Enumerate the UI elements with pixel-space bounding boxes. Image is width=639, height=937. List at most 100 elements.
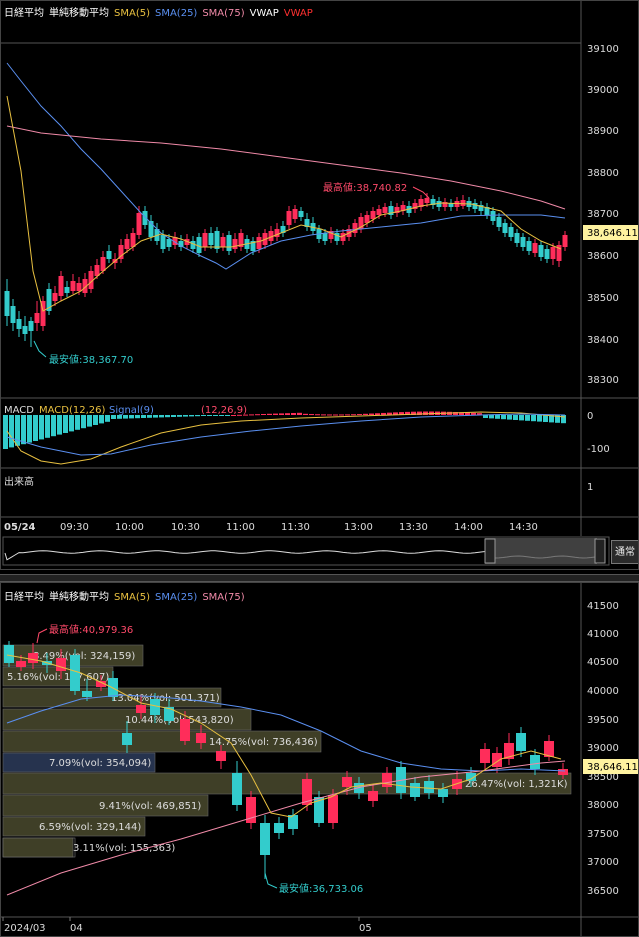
volume-profile-label: 8.49%(vol: 324,159): [33, 651, 135, 662]
intraday-candle: [220, 237, 226, 247]
intraday-current-price: 38,646.11: [587, 228, 638, 239]
intraday-legend: 日経平均 単純移動平均 SMA(5) SMA(25) SMA(75) VWAP VWAP: [4, 4, 318, 19]
intraday-x-tick: 14:30: [509, 522, 538, 533]
macd-bar: [513, 415, 518, 420]
intraday-candle: [286, 211, 292, 225]
daily-candle: [342, 777, 352, 787]
daily-candle: [28, 653, 38, 663]
daily-high-label: 最高値:40,979.36: [49, 623, 133, 636]
macd-bar: [51, 415, 56, 437]
intraday-candle: [562, 235, 568, 247]
macd-bar: [327, 414, 332, 416]
macd-bar: [135, 415, 140, 419]
daily-candle: [368, 791, 378, 801]
macd-bar: [165, 415, 170, 418]
daily-candle: [4, 645, 14, 663]
daily-chart-panel: 日経平均 単純移動平均 SMA(5) SMA(25) SMA(75) 8.49%(vol…: [0, 582, 639, 937]
daily-y-tick: 40500: [587, 657, 619, 668]
intraday-candle: [34, 313, 40, 323]
daily-candle: [274, 823, 284, 833]
nav-mode-button[interactable]: 通常: [611, 540, 638, 564]
macd-bar: [123, 415, 128, 419]
daily-candle: [260, 823, 270, 855]
intraday-high-label: 最高値:38,740.82: [323, 181, 407, 194]
intraday-candle: [538, 245, 544, 257]
intraday-candle: [490, 211, 496, 221]
macd-label: MACD: [4, 405, 34, 416]
daily-y-axis: 4150041000405004000039500390003850038000…: [587, 601, 619, 897]
navigator-left-handle[interactable]: [484, 538, 496, 564]
macd-bar: [249, 414, 254, 416]
volume-profile-label: 9.41%(vol: 469,851): [99, 801, 201, 812]
intraday-candle: [520, 237, 526, 247]
macd-bar: [27, 415, 32, 443]
daily-x-tick: 04: [70, 923, 83, 934]
macd-bar: [351, 414, 356, 416]
volume-profile-bar-fill: [2, 837, 74, 858]
macd-bar: [507, 415, 512, 420]
macd-bar: [471, 412, 476, 415]
navigator-selection[interactable]: [485, 538, 597, 564]
intraday-y-tick: 38800: [587, 168, 619, 179]
intraday-candle: [370, 211, 376, 219]
intraday-candle: [94, 265, 100, 276]
intraday-price-chart[interactable]: 39100 39000 38900 38800 38700 38600 38500 38400…: [1, 1, 639, 570]
daily-legend: 日経平均 単純移動平均 SMA(5) SMA(25) SMA(75): [4, 588, 250, 603]
intraday-y-tick: 38500: [587, 293, 619, 304]
intraday-x-tick: 13:30: [399, 522, 428, 533]
intraday-y-tick: 38400: [587, 335, 619, 346]
daily-y-tick: 37000: [587, 857, 619, 868]
macd-bar: [315, 414, 320, 416]
macd-bar: [117, 415, 122, 419]
daily-y-tick: 41500: [587, 601, 619, 612]
intraday-legend-item-3: SMA(25): [154, 8, 198, 19]
daily-low-label: 最安値:36,733.06: [279, 882, 363, 895]
intraday-candle: [58, 276, 64, 296]
intraday-candle: [202, 233, 208, 247]
intraday-candle: [64, 287, 70, 293]
macd-bar: [291, 413, 296, 415]
intraday-candle: [226, 235, 232, 251]
volume-profile-label: 7.09%(vol: 354,094): [49, 758, 151, 769]
macd-bar: [159, 415, 164, 418]
intraday-candle: [496, 217, 502, 227]
daily-candle: [196, 733, 206, 743]
daily-candle: [70, 655, 80, 691]
intraday-legend-item-5: VWAP: [249, 8, 279, 19]
daily-candle: [56, 658, 66, 671]
intraday-legend-item-2: SMA(5): [114, 8, 150, 19]
macd-bar: [39, 415, 44, 440]
daily-legend-item-0: 日経平均: [4, 592, 44, 603]
navigator-right-handle[interactable]: [594, 538, 606, 564]
intraday-x-tick: 10:30: [171, 522, 200, 533]
macd-line-label: MACD(12,26): [39, 405, 106, 416]
daily-y-tick: 39000: [587, 743, 619, 754]
intraday-chart-panel: 日経平均 単純移動平均 SMA(5) SMA(25) SMA(75) VWAP VWAP 3…: [0, 0, 639, 570]
macd-bar: [495, 415, 500, 419]
macd-bar: [213, 415, 218, 416]
intraday-candle: [70, 281, 76, 291]
intraday-x-tick: 13:00: [344, 522, 373, 533]
macd-bar: [87, 415, 92, 427]
intraday-candle: [100, 257, 106, 271]
intraday-low-arrow: [33, 340, 47, 358]
intraday-candle: [472, 203, 478, 209]
macd-bar: [21, 415, 26, 445]
volume-profile-label: 6.59%(vol: 329,144): [39, 822, 141, 833]
macd-bar: [105, 415, 110, 422]
intraday-candle: [214, 231, 220, 249]
macd-bar: [309, 414, 314, 416]
macd-bar: [231, 415, 236, 416]
macd-bar: [225, 415, 230, 416]
volume-profile-label: 5.16%(vol: 197,607): [7, 672, 109, 683]
daily-price-chart[interactable]: 8.49%(vol: 324,159) 5.16%(vol: 197,607)13…: [1, 583, 639, 937]
macd-bar: [519, 415, 524, 421]
macd-bar: [171, 415, 176, 417]
intraday-candle: [298, 211, 304, 217]
intraday-candles: [4, 193, 568, 347]
time-navigator[interactable]: [2, 536, 610, 566]
macd-bar: [267, 413, 272, 415]
macd-bar: [63, 415, 68, 433]
intraday-legend-item-0: 日経平均: [4, 8, 44, 19]
daily-candle: [410, 783, 420, 797]
